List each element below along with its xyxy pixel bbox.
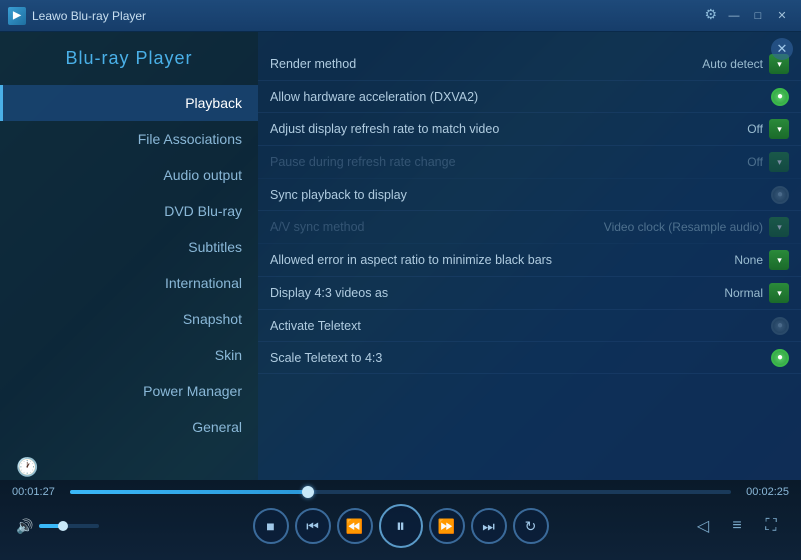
progress-fill	[70, 490, 308, 494]
repeat-button[interactable]: ↻	[513, 508, 549, 544]
window-controls: ⚙ — □ ✕	[704, 6, 793, 26]
sidebar: Blu-ray Player Playback File Association…	[0, 32, 258, 480]
playlist-button[interactable]: ≡	[723, 512, 751, 540]
teletext-label: Activate Teletext	[270, 319, 771, 333]
sidebar-item-subtitles[interactable]: Subtitles	[0, 229, 258, 265]
progress-track[interactable]	[70, 490, 731, 494]
time-current: 00:01:27	[12, 486, 60, 498]
settings-icon: ⚙	[704, 6, 717, 26]
volume-thumb	[58, 521, 68, 531]
pause-refresh-label: Pause during refresh rate change	[270, 155, 747, 169]
scale-teletext-toggle[interactable]: ●	[771, 349, 789, 367]
sidebar-item-general[interactable]: General	[0, 409, 258, 445]
sidebar-item-file-associations[interactable]: File Associations	[0, 121, 258, 157]
render-method-value: Auto detect	[702, 57, 763, 71]
av-sync-label: A/V sync method	[270, 220, 604, 234]
teletext-toggle[interactable]: ●	[771, 317, 789, 335]
stop-button[interactable]: ■	[253, 508, 289, 544]
refresh-rate-value: Off	[747, 122, 763, 136]
pause-refresh-dropdown[interactable]	[769, 152, 789, 172]
volume-track[interactable]	[39, 524, 99, 528]
window-title: Leawo Blu-ray Player	[32, 9, 146, 23]
settings-panel: ✕ Render method Auto detect Allow hardwa…	[258, 32, 801, 480]
sidebar-item-snapshot[interactable]: Snapshot	[0, 301, 258, 337]
forward-button[interactable]: ⏩	[429, 508, 465, 544]
title-bar-left: ▶ Leawo Blu-ray Player	[8, 7, 146, 25]
share-button[interactable]: ◁	[689, 512, 717, 540]
render-method-label: Render method	[270, 57, 702, 71]
fullscreen-button[interactable]: ⛶	[757, 512, 785, 540]
sync-playback-label: Sync playback to display	[270, 188, 771, 202]
settings-row-sync-playback: Sync playback to display ●	[258, 179, 801, 211]
sidebar-item-international[interactable]: International	[0, 265, 258, 301]
settings-row-aspect-ratio: Allowed error in aspect ratio to minimiz…	[258, 244, 801, 277]
aspect-ratio-dropdown[interactable]	[769, 250, 789, 270]
sidebar-item-skin[interactable]: Skin	[0, 337, 258, 373]
play-pause-button[interactable]: ⏸	[379, 504, 423, 548]
settings-row-pause-refresh: Pause during refresh rate change Off	[258, 146, 801, 179]
sync-playback-toggle[interactable]: ●	[771, 186, 789, 204]
prev-button[interactable]: ⏮	[295, 508, 331, 544]
settings-row-refresh-rate: Adjust display refresh rate to match vid…	[258, 113, 801, 146]
time-total: 00:02:25	[741, 486, 789, 498]
controls-row: 🔊 ■ ⏮ ⏪ ⏸ ⏩ ⏭ ↻ ◁ ≡ ⛶	[0, 504, 801, 548]
refresh-rate-label: Adjust display refresh rate to match vid…	[270, 122, 747, 136]
settings-row-display-43: Display 4:3 videos as Normal	[258, 277, 801, 310]
settings-row-render-method: Render method Auto detect	[258, 48, 801, 81]
main-content: Blu-ray Player Playback File Association…	[0, 32, 801, 480]
sidebar-item-dvd-bluray[interactable]: DVD Blu-ray	[0, 193, 258, 229]
settings-row-hw-accel: Allow hardware acceleration (DXVA2) ●	[258, 81, 801, 113]
refresh-rate-dropdown[interactable]	[769, 119, 789, 139]
settings-row-av-sync: A/V sync method Video clock (Resample au…	[258, 211, 801, 244]
close-settings-button[interactable]: ✕	[771, 38, 793, 60]
maximize-button[interactable]: □	[747, 6, 769, 26]
display-43-dropdown[interactable]	[769, 283, 789, 303]
sidebar-item-audio-output[interactable]: Audio output	[0, 157, 258, 193]
minimize-button[interactable]: —	[723, 6, 745, 26]
app-logo: Blu-ray Player	[0, 40, 258, 85]
volume-control: 🔊	[16, 518, 99, 535]
hw-accel-toggle[interactable]: ●	[771, 88, 789, 106]
aspect-ratio-value: None	[734, 253, 763, 267]
sidebar-item-power-manager[interactable]: Power Manager	[0, 373, 258, 409]
settings-rows: Render method Auto detect Allow hardware…	[258, 40, 801, 382]
display-43-label: Display 4:3 videos as	[270, 286, 724, 300]
aspect-ratio-label: Allowed error in aspect ratio to minimiz…	[270, 253, 734, 267]
app-icon: ▶	[8, 7, 26, 25]
rewind-button[interactable]: ⏪	[337, 508, 373, 544]
volume-icon: 🔊	[16, 518, 33, 535]
progress-bar-container: 00:01:27 00:02:25	[0, 480, 801, 504]
settings-row-teletext: Activate Teletext ●	[258, 310, 801, 342]
right-controls: ◁ ≡ ⛶	[689, 512, 785, 540]
bottom-bar: 00:01:27 00:02:25 🔊 ■ ⏮ ⏪ ⏸ ⏩ ⏭ ↻ ◁ ≡ ⛶	[0, 480, 801, 560]
title-bar: ▶ Leawo Blu-ray Player ⚙ — □ ✕	[0, 0, 801, 32]
next-button[interactable]: ⏭	[471, 508, 507, 544]
display-43-value: Normal	[724, 286, 763, 300]
progress-thumb	[302, 486, 314, 498]
hw-accel-label: Allow hardware acceleration (DXVA2)	[270, 90, 771, 104]
av-sync-dropdown[interactable]	[769, 217, 789, 237]
sidebar-item-playback[interactable]: Playback	[0, 85, 258, 121]
logo-text: Blu-ray Player	[65, 48, 192, 68]
scale-teletext-label: Scale Teletext to 4:3	[270, 351, 771, 365]
pause-refresh-value: Off	[747, 155, 763, 169]
settings-row-scale-teletext: Scale Teletext to 4:3 ●	[258, 342, 801, 374]
av-sync-value: Video clock (Resample audio)	[604, 220, 763, 234]
close-button[interactable]: ✕	[771, 6, 793, 26]
